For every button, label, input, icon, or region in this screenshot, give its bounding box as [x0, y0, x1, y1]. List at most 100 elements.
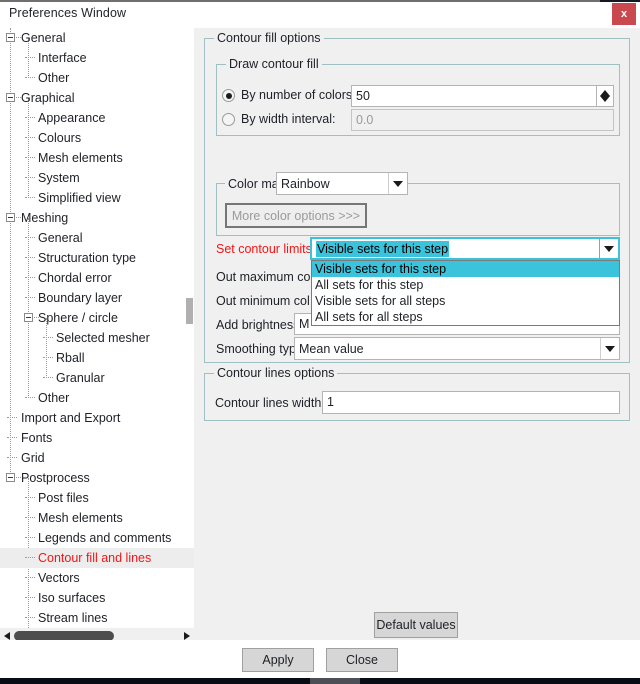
sidebar-item-appearance[interactable]: Appearance: [0, 108, 194, 128]
settings-tree-list: GeneralInterfaceOtherGraphicalAppearance…: [0, 28, 194, 640]
sidebar-item-meshing[interactable]: Meshing: [0, 208, 194, 228]
contour-lines-width-input[interactable]: 1: [322, 391, 620, 414]
by-width-interval-radio[interactable]: [222, 113, 235, 126]
sidebar-item-label: Mesh elements: [38, 148, 123, 168]
dropdown-option[interactable]: Visible sets for this step: [312, 261, 619, 277]
tree-guide-line: [25, 297, 35, 298]
tree-guide-line: [25, 257, 35, 258]
tree-guide-line: [25, 197, 35, 198]
by-number-of-colors-input[interactable]: 50: [351, 85, 597, 107]
sidebar-item-label: General: [21, 28, 65, 48]
sidebar-item-iso-surfaces[interactable]: Iso surfaces: [0, 588, 194, 608]
page-title: Preferences Window: [9, 6, 126, 20]
sidebar-item-label: Iso surfaces: [38, 588, 105, 608]
tree-guide-line: [25, 277, 35, 278]
sidebar-item-label: General: [38, 228, 82, 248]
by-number-of-colors-radio[interactable]: [222, 89, 235, 102]
smoothing-type-combobox[interactable]: Mean value: [294, 337, 620, 360]
sidebar-item-import-and-export[interactable]: Import and Export: [0, 408, 194, 428]
scroll-left-icon[interactable]: [4, 632, 10, 640]
tree-guide-line: [25, 597, 35, 598]
close-icon[interactable]: x: [612, 3, 636, 25]
set-contour-limits-dropdown-list[interactable]: Visible sets for this stepAll sets for t…: [311, 260, 620, 326]
sidebar-item-general[interactable]: General: [0, 28, 194, 48]
draw-contour-fill-title: Draw contour fill: [226, 57, 322, 71]
sidebar-item-legends-and-comments[interactable]: Legends and comments: [0, 528, 194, 548]
sidebar-item-label: System: [38, 168, 80, 188]
collapse-icon[interactable]: [6, 33, 15, 42]
tree-guide-line: [25, 177, 35, 178]
sidebar-item-graphical[interactable]: Graphical: [0, 88, 194, 108]
sidebar-item-boundary-layer[interactable]: Boundary layer: [0, 288, 194, 308]
set-contour-limits-combobox[interactable]: Visible sets for this step: [310, 237, 620, 260]
dropdown-option[interactable]: All sets for this step: [312, 277, 619, 293]
sidebar-item-post-files[interactable]: Post files: [0, 488, 194, 508]
collapse-icon[interactable]: [24, 313, 33, 322]
scroll-right-icon[interactable]: [184, 632, 190, 640]
collapse-icon[interactable]: [6, 213, 15, 222]
collapse-icon[interactable]: [6, 93, 15, 102]
default-values-button[interactable]: Default values: [374, 612, 458, 638]
sidebar-item-label: Boundary layer: [38, 288, 122, 308]
apply-button[interactable]: Apply: [242, 648, 314, 672]
color-map-combobox-value: Rainbow: [281, 177, 330, 191]
sidebar-item-colours[interactable]: Colours: [0, 128, 194, 148]
stepper-down-icon[interactable]: [600, 96, 610, 102]
sidebar-item-grid[interactable]: Grid: [0, 448, 194, 468]
sidebar-item-other[interactable]: Other: [0, 388, 194, 408]
chevron-down-icon[interactable]: [388, 173, 407, 194]
tree-guide-line: [7, 417, 17, 418]
set-contour-limits-label: Set contour limits:: [216, 241, 315, 257]
sidebar-item-general[interactable]: General: [0, 228, 194, 248]
out-maximum-color-label: Out maximum col: [216, 269, 313, 285]
taskbar-highlight: [310, 678, 360, 684]
tree-guide-line: [25, 557, 35, 558]
sidebar-item-fonts[interactable]: Fonts: [0, 428, 194, 448]
sidebar-item-chordal-error[interactable]: Chordal error: [0, 268, 194, 288]
sidebar-item-label: Appearance: [38, 108, 105, 128]
sidebar-item-structuration-type[interactable]: Structuration type: [0, 248, 194, 268]
title-bar-top-edge-dark: [600, 0, 640, 2]
title-bar: Preferences Window x: [0, 0, 640, 28]
sidebar-item-contour-fill-and-lines[interactable]: Contour fill and lines: [0, 548, 194, 568]
sidebar-item-vectors[interactable]: Vectors: [0, 568, 194, 588]
sidebar-item-label: Other: [38, 68, 69, 88]
by-width-interval-input[interactable]: 0.0: [351, 109, 614, 131]
tree-guide-line: [25, 237, 35, 238]
tree-guide-line: [25, 77, 35, 78]
tree-guide-line: [43, 357, 53, 358]
sidebar-item-system[interactable]: System: [0, 168, 194, 188]
set-contour-limits-combobox-value: Visible sets for this step: [316, 241, 449, 257]
sidebar-item-granular[interactable]: Granular: [0, 368, 194, 388]
sidebar-item-label: Postprocess: [21, 468, 90, 488]
sidebar-item-selected-mesher[interactable]: Selected mesher: [0, 328, 194, 348]
sidebar-item-label: Grid: [21, 448, 45, 468]
sidebar-item-label: Mesh elements: [38, 508, 123, 528]
more-color-options-button[interactable]: More color options >>>: [225, 203, 367, 228]
sidebar-item-mesh-elements[interactable]: Mesh elements: [0, 148, 194, 168]
dropdown-option[interactable]: All sets for all steps: [312, 309, 619, 325]
sidebar-item-sphere-circle[interactable]: Sphere / circle: [0, 308, 194, 328]
settings-tree[interactable]: GeneralInterfaceOtherGraphicalAppearance…: [0, 28, 194, 640]
sidebar-item-label: Colours: [38, 128, 81, 148]
tree-vertical-scrollbar-thumb[interactable]: [186, 298, 193, 324]
dropdown-option[interactable]: Visible sets for all steps: [312, 293, 619, 309]
close-button[interactable]: Close: [326, 648, 398, 672]
sidebar-item-label: Rball: [56, 348, 85, 368]
chevron-down-icon[interactable]: [600, 338, 619, 359]
chevron-down-icon[interactable]: [599, 239, 618, 258]
sidebar-item-simplified-view[interactable]: Simplified view: [0, 188, 194, 208]
sidebar-item-label: Meshing: [21, 208, 68, 228]
sidebar-item-interface[interactable]: Interface: [0, 48, 194, 68]
collapse-icon[interactable]: [6, 473, 15, 482]
by-number-of-colors-stepper[interactable]: [597, 85, 614, 107]
tree-guide-line: [7, 457, 17, 458]
sidebar-item-postprocess[interactable]: Postprocess: [0, 468, 194, 488]
sidebar-item-mesh-elements[interactable]: Mesh elements: [0, 508, 194, 528]
sidebar-item-rball[interactable]: Rball: [0, 348, 194, 368]
sidebar-item-other[interactable]: Other: [0, 68, 194, 88]
tree-vertical-scrollbar[interactable]: [186, 28, 194, 640]
color-map-combobox[interactable]: Rainbow: [276, 172, 408, 195]
tree-guide-line: [43, 337, 53, 338]
sidebar-item-stream-lines[interactable]: Stream lines: [0, 608, 194, 628]
